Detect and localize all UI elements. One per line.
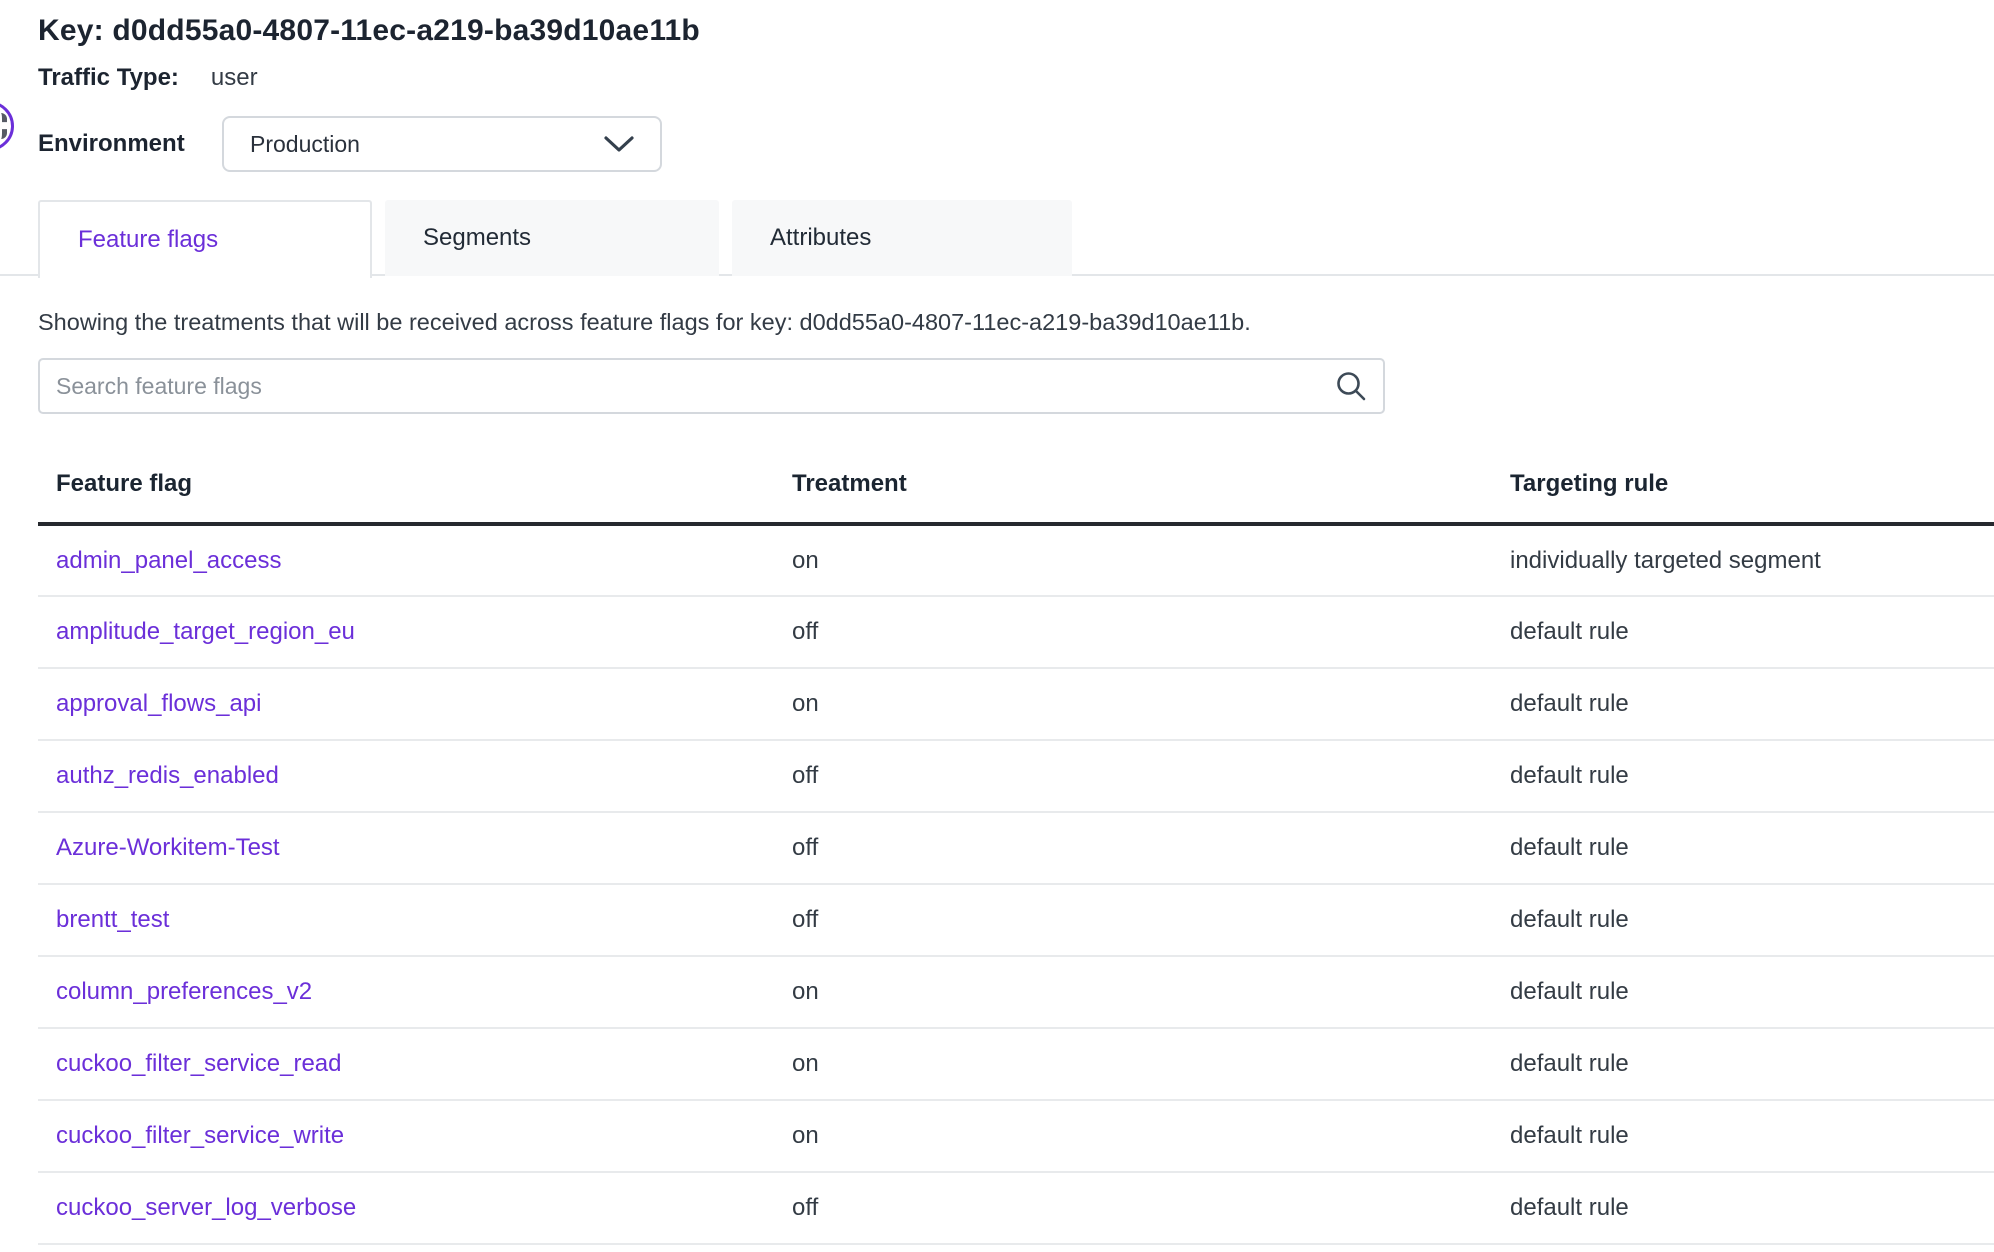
feature-flag-link[interactable]: amplitude_target_region_eu <box>56 618 355 645</box>
tab-feature-flags-label: Feature flags <box>78 226 218 254</box>
feature-flag-link[interactable]: brentt_test <box>56 906 169 933</box>
treatments-description: Showing the treatments that will be rece… <box>38 309 1994 336</box>
table-row: cuckoo_filter_service_read on default ru… <box>38 1028 1994 1100</box>
feature-flags-table: Feature flag Treatment Targeting rule ad… <box>38 448 1994 1245</box>
treatment-value: on <box>792 956 1510 1028</box>
search-container <box>38 358 1385 414</box>
feature-flag-link[interactable]: approval_flows_api <box>56 690 261 717</box>
feature-flag-link[interactable]: cuckoo_filter_service_write <box>56 1122 344 1149</box>
traffic-type-label: Traffic Type: <box>38 64 179 92</box>
treatment-value: on <box>792 1100 1510 1172</box>
treatment-value: on <box>792 524 1510 596</box>
feature-flag-link[interactable]: column_preferences_v2 <box>56 978 312 1005</box>
targeting-rule-value: default rule <box>1510 884 1994 956</box>
tab-bar: Feature flags Segments Attributes <box>0 200 1994 276</box>
table-row: authz_redis_enabled off default rule <box>38 740 1994 812</box>
environment-label: Environment <box>38 130 206 158</box>
table-row: cuckoo_server_log_verbose off default ru… <box>38 1172 1994 1244</box>
edge-help-widget-glyph <box>0 113 7 139</box>
treatment-value: off <box>792 812 1510 884</box>
environment-select[interactable]: Production <box>222 116 662 172</box>
targeting-rule-value: default rule <box>1510 740 1994 812</box>
feature-flag-link[interactable]: admin_panel_access <box>56 547 281 574</box>
treatment-value: on <box>792 1028 1510 1100</box>
treatment-value: off <box>792 596 1510 668</box>
tab-attributes[interactable]: Attributes <box>732 200 1072 276</box>
tab-segments[interactable]: Segments <box>385 200 719 276</box>
targeting-rule-value: individually targeted segment <box>1510 524 1994 596</box>
tab-attributes-label: Attributes <box>770 224 871 252</box>
edge-help-widget-icon[interactable] <box>0 101 14 151</box>
treatment-value: off <box>792 884 1510 956</box>
targeting-rule-value: default rule <box>1510 596 1994 668</box>
targeting-rule-value: default rule <box>1510 1100 1994 1172</box>
treatment-value: off <box>792 740 1510 812</box>
environment-row: Environment Production <box>38 116 1994 172</box>
page-title: Key: d0dd55a0-4807-11ec-a219-ba39d10ae11… <box>38 14 1994 48</box>
key-detail-page: Key: d0dd55a0-4807-11ec-a219-ba39d10ae11… <box>0 0 1994 1252</box>
treatment-value: off <box>792 1172 1510 1244</box>
table-row: cuckoo_filter_service_write on default r… <box>38 1100 1994 1172</box>
column-header-feature-flag: Feature flag <box>38 448 792 524</box>
column-header-treatment: Treatment <box>792 448 1510 524</box>
targeting-rule-value: default rule <box>1510 812 1994 884</box>
table-row: approval_flows_api on default rule <box>38 668 1994 740</box>
targeting-rule-value: default rule <box>1510 956 1994 1028</box>
column-header-targeting-rule: Targeting rule <box>1510 448 1994 524</box>
table-row: column_preferences_v2 on default rule <box>38 956 1994 1028</box>
targeting-rule-value: default rule <box>1510 1172 1994 1244</box>
feature-flag-link[interactable]: cuckoo_server_log_verbose <box>56 1194 356 1221</box>
table-row: brentt_test off default rule <box>38 884 1994 956</box>
table-row: amplitude_target_region_eu off default r… <box>38 596 1994 668</box>
tab-feature-flags[interactable]: Feature flags <box>38 200 372 278</box>
table-row: admin_panel_access on individually targe… <box>38 524 1994 596</box>
environment-selected-value: Production <box>250 131 602 158</box>
traffic-type-value: user <box>211 64 258 92</box>
feature-flag-link[interactable]: Azure-Workitem-Test <box>56 834 280 861</box>
table-header-row: Feature flag Treatment Targeting rule <box>38 448 1994 524</box>
traffic-type-row: Traffic Type: user <box>38 64 1994 92</box>
targeting-rule-value: default rule <box>1510 668 1994 740</box>
targeting-rule-value: default rule <box>1510 1028 1994 1100</box>
feature-flag-link[interactable]: cuckoo_filter_service_read <box>56 1050 341 1077</box>
chevron-down-icon <box>602 134 636 154</box>
search-input[interactable] <box>38 358 1385 414</box>
treatment-value: on <box>792 668 1510 740</box>
table-row: Azure-Workitem-Test off default rule <box>38 812 1994 884</box>
tab-segments-label: Segments <box>423 224 531 252</box>
feature-flag-link[interactable]: authz_redis_enabled <box>56 762 279 789</box>
